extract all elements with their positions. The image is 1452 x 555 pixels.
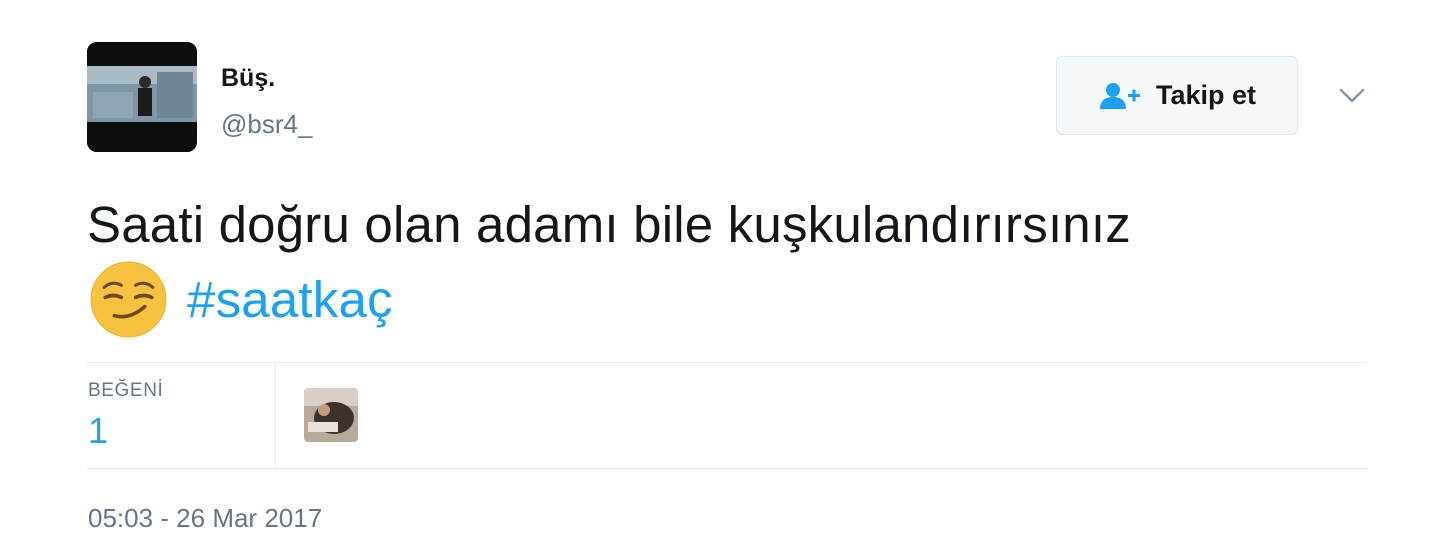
follow-button[interactable]: Takip et [1056, 56, 1298, 135]
profile-photo [87, 42, 197, 152]
chevron-down-icon [1339, 88, 1365, 103]
tweet-text-content: Saati doğru olan adamı bile kuşkulandırı… [87, 196, 1131, 253]
follow-button-label: Takip et [1155, 80, 1257, 110]
user-handle[interactable]: @bsr4_ [221, 109, 312, 140]
likes-label: BEĞENİ [88, 380, 164, 401]
tweet-text: Saati doğru olan adamı bile kuşkulandırı… [87, 188, 1377, 338]
liker-profile-photo [304, 388, 358, 442]
tweet-menu-button[interactable] [1336, 80, 1368, 112]
user-avatar[interactable] [87, 42, 197, 152]
user-display-name[interactable]: Büş. [221, 64, 275, 93]
likes-count[interactable]: 1 [88, 410, 108, 452]
hashtag-link[interactable]: #saatkaç [187, 263, 393, 336]
follow-user-icon [1099, 82, 1140, 109]
liker-avatar[interactable] [304, 388, 358, 442]
stats-top-divider [87, 362, 1367, 363]
stats-bottom-divider [87, 468, 1367, 469]
tweet-timestamp[interactable]: 05:03 - 26 Mar 2017 [88, 503, 322, 534]
smirking-face-emoji [90, 261, 167, 338]
stats-vertical-divider [275, 362, 276, 469]
